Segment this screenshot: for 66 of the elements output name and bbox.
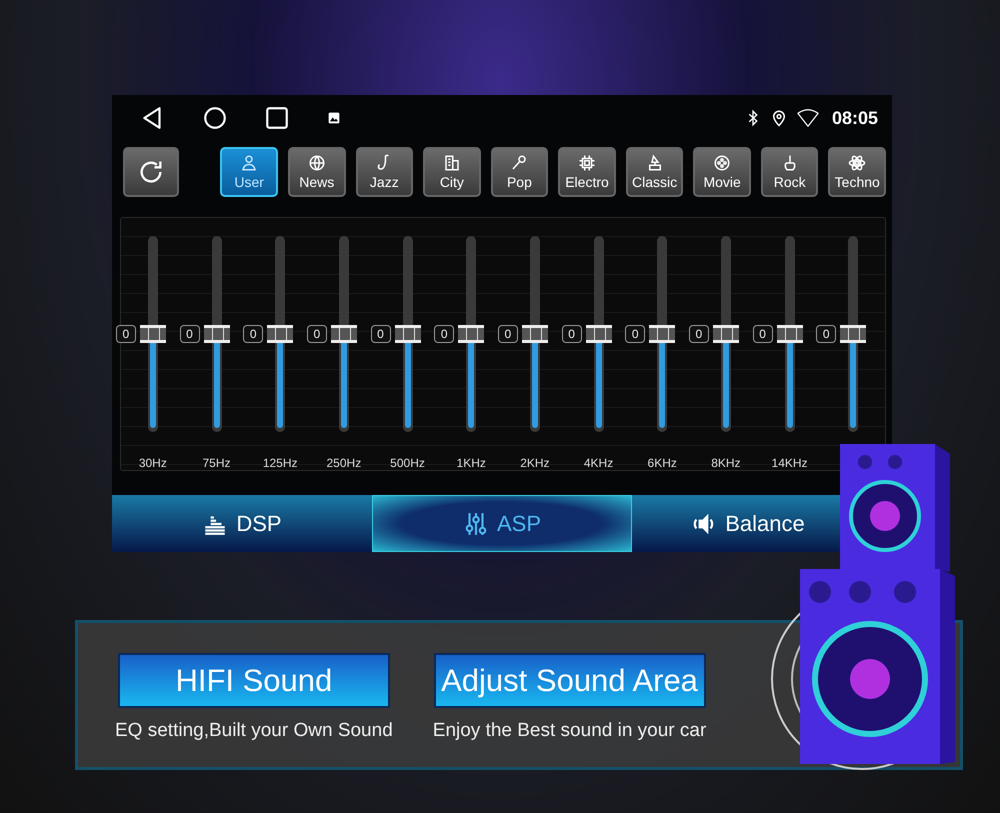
preset-button[interactable]: Movie — [693, 147, 751, 197]
frequency-label: 2KHz — [520, 456, 550, 470]
reset-button[interactable] — [123, 147, 179, 197]
slider-handle[interactable] — [458, 325, 484, 343]
film-reel-icon — [713, 154, 732, 172]
value-label: 0 — [625, 325, 646, 343]
frequency-label: 14KHz — [772, 456, 808, 470]
clock: 08:05 — [832, 108, 878, 128]
frequency-label: 4KHz — [584, 456, 614, 470]
mode-tab[interactable]: ASP — [372, 495, 632, 552]
value-label: 0 — [688, 325, 709, 343]
feature-caption: Enjoy the Best sound in your car — [432, 720, 706, 742]
preset-button[interactable]: User — [220, 147, 278, 197]
building-icon — [442, 154, 461, 172]
preset-button[interactable]: Pop — [490, 147, 548, 197]
user-icon — [240, 154, 258, 172]
value-label: 0 — [243, 325, 264, 343]
slider-handle[interactable] — [140, 325, 166, 343]
atom-icon — [848, 154, 866, 172]
mode-tab[interactable]: DSP — [112, 495, 372, 552]
home-icon[interactable] — [202, 105, 228, 131]
frequency-label: 250Hz — [326, 456, 362, 470]
value-label: 0 — [434, 325, 454, 343]
frequency-label: 1KHz — [456, 456, 486, 470]
value-label: 0 — [498, 325, 518, 343]
value-label: 0 — [116, 325, 136, 343]
frequency-label: 6KHz — [648, 456, 677, 470]
globe-icon — [308, 154, 326, 172]
feature-caption: EQ setting,Built your Own Sound — [115, 720, 393, 742]
preset-button[interactable]: Classic — [626, 147, 684, 197]
mode-tab[interactable]: Balance — [632, 495, 840, 552]
slider-handle[interactable] — [712, 325, 739, 343]
value-label: 0 — [370, 325, 391, 343]
value-label: 0 — [816, 325, 836, 343]
preset-button[interactable]: Electro — [558, 147, 616, 197]
slider-handle[interactable] — [586, 325, 612, 343]
frequency-label: 75Hz — [202, 456, 231, 470]
slider-handle[interactable] — [394, 325, 421, 343]
preset-button[interactable]: Jazz — [356, 147, 414, 197]
value-label: 0 — [180, 325, 200, 343]
slider-handle[interactable] — [522, 325, 548, 343]
preset-button[interactable]: Rock — [760, 147, 818, 197]
preset-button[interactable]: Techno — [828, 147, 886, 197]
preset-button[interactable]: News — [288, 147, 346, 197]
image-icon — [326, 110, 342, 126]
feature-title: HIFI Sound — [118, 653, 390, 708]
value-label: 0 — [306, 325, 327, 343]
slider-handle[interactable] — [649, 325, 676, 343]
value-label: 0 — [562, 325, 582, 343]
frequency-label: 500Hz — [390, 456, 425, 470]
chip-icon — [578, 154, 596, 172]
frequency-label: 8KHz — [711, 456, 741, 470]
frequency-label: 30Hz — [138, 456, 167, 470]
sliders-icon — [462, 510, 489, 536]
slider-handle[interactable] — [776, 325, 803, 343]
frequency-label: 125Hz — [262, 456, 298, 470]
microphone-icon — [510, 154, 528, 172]
slider-handle[interactable] — [330, 325, 357, 343]
wifi-icon — [796, 107, 820, 129]
slider-handle[interactable] — [267, 325, 294, 343]
slider-handle[interactable] — [204, 325, 230, 343]
feature-title: Adjust Sound Area — [434, 653, 706, 708]
value-label: 0 — [752, 325, 773, 343]
recent-apps-icon[interactable] — [264, 105, 290, 131]
slider-handle[interactable] — [840, 325, 866, 343]
preset-button[interactable]: City — [423, 147, 481, 197]
